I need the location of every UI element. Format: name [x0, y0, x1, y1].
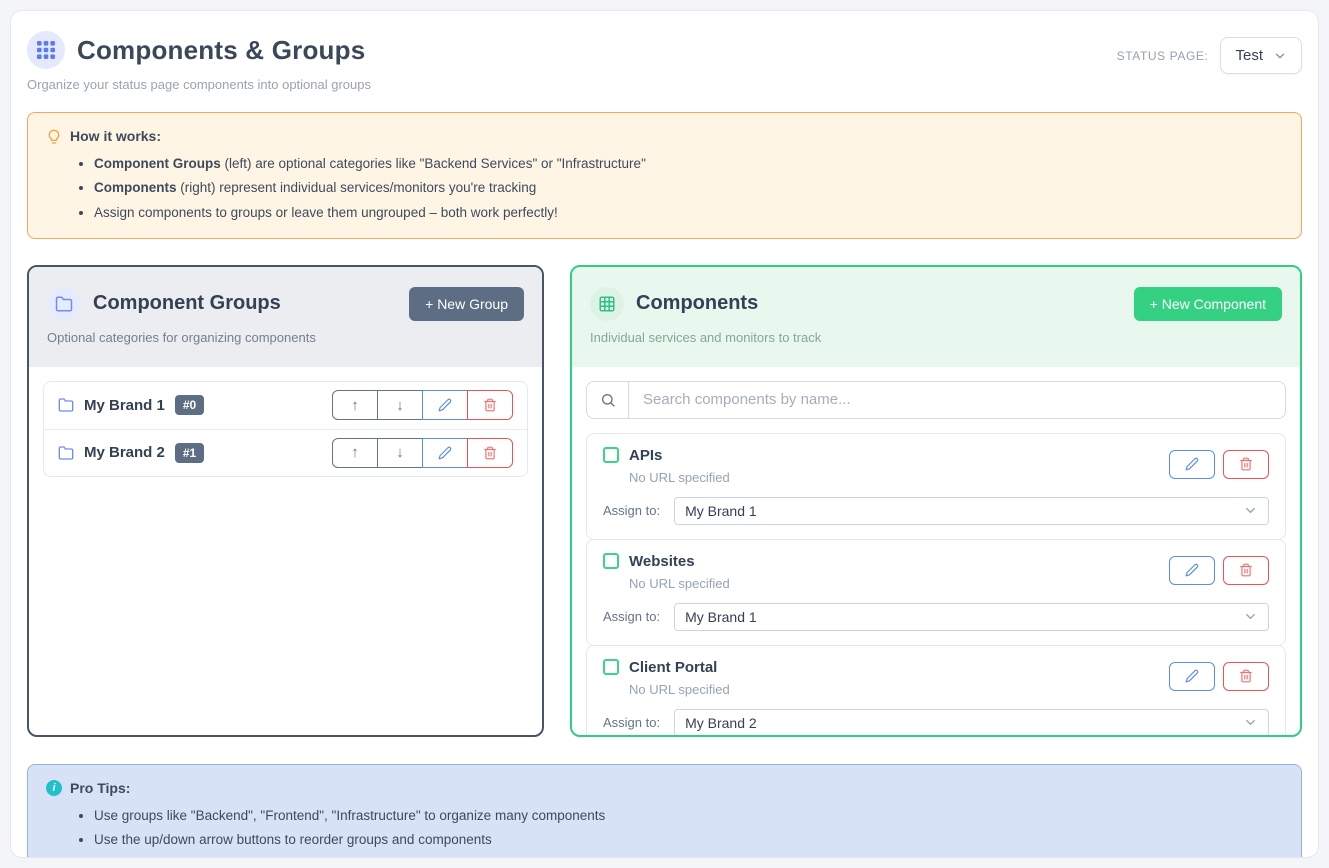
components-panel-subtitle: Individual services and monitors to trac… [590, 330, 1282, 345]
page-container: Components & Groups Organize your status… [10, 10, 1319, 858]
search-input[interactable] [629, 382, 1285, 418]
component-checkbox[interactable] [603, 447, 619, 463]
edit-component-button[interactable] [1169, 662, 1215, 691]
move-down-button[interactable]: ↓ [377, 438, 423, 468]
pencil-icon [438, 398, 452, 412]
page-title: Components & Groups [77, 35, 365, 66]
groups-panel-title: Component Groups [93, 292, 281, 315]
group-list: My Brand 1 #0 ↑ ↓ [43, 381, 528, 477]
page-subtitle: Organize your status page components int… [27, 77, 371, 92]
trash-icon [483, 398, 497, 412]
group-row: My Brand 1 #0 ↑ ↓ [44, 382, 527, 429]
pencil-icon [1185, 669, 1199, 683]
delete-group-button[interactable] [467, 390, 513, 420]
page-header: Components & Groups Organize your status… [27, 27, 1302, 92]
component-card: APIs No URL specified [586, 433, 1286, 540]
move-up-button[interactable]: ↑ [332, 438, 378, 468]
folder-icon [58, 397, 74, 413]
component-search [586, 381, 1286, 419]
groups-panel-subtitle: Optional categories for organizing compo… [47, 330, 524, 345]
trash-icon [1239, 457, 1253, 471]
delete-component-button[interactable] [1223, 662, 1269, 691]
edit-component-button[interactable] [1169, 556, 1215, 585]
edit-group-button[interactable] [422, 390, 468, 420]
status-page-select[interactable]: Test [1220, 37, 1302, 74]
assign-to-label: Assign to: [603, 715, 660, 730]
pro-tips-bullet: Components without a group will appear i… [94, 854, 1283, 858]
component-name: Client Portal [629, 659, 717, 676]
status-page-value: Test [1235, 47, 1263, 64]
how-it-works-title: How it works: [70, 126, 161, 147]
assign-group-value: My Brand 1 [685, 503, 757, 519]
folder-icon [58, 445, 74, 461]
group-order-badge: #0 [175, 395, 204, 415]
table-grid-icon [590, 287, 624, 321]
arrow-down-icon: ↓ [396, 397, 404, 414]
pencil-icon [1185, 457, 1199, 471]
assign-group-value: My Brand 2 [685, 715, 757, 731]
how-it-works-bullet: Component Groups (left) are optional cat… [94, 154, 1283, 174]
component-card: Client Portal No URL specified [586, 645, 1286, 735]
arrow-up-icon: ↑ [351, 444, 359, 461]
pro-tips-bullet: Use the up/down arrow buttons to reorder… [94, 830, 1283, 850]
trash-icon [1239, 669, 1253, 683]
groups-panel: Component Groups + New Group Optional ca… [27, 265, 544, 737]
move-down-button[interactable]: ↓ [377, 390, 423, 420]
chevron-down-icon [1243, 503, 1258, 518]
apps-grid-icon [27, 31, 65, 69]
assign-group-select[interactable]: My Brand 2 [674, 709, 1269, 735]
delete-component-button[interactable] [1223, 450, 1269, 479]
component-checkbox[interactable] [603, 553, 619, 569]
delete-component-button[interactable] [1223, 556, 1269, 585]
trash-icon [483, 446, 497, 460]
arrow-up-icon: ↑ [351, 397, 359, 414]
lightbulb-icon [46, 129, 62, 145]
group-row: My Brand 2 #1 ↑ ↓ [44, 429, 527, 476]
component-checkbox[interactable] [603, 659, 619, 675]
info-icon: i [46, 780, 62, 796]
component-url-status: No URL specified [629, 470, 730, 485]
search-icon [587, 382, 629, 418]
pro-tips-bullet: Use groups like "Backend", "Frontend", "… [94, 806, 1283, 826]
assign-group-value: My Brand 1 [685, 609, 757, 625]
component-url-status: No URL specified [629, 576, 730, 591]
new-component-button[interactable]: + New Component [1134, 287, 1282, 321]
assign-to-label: Assign to: [603, 503, 660, 518]
group-name: My Brand 2 [84, 444, 165, 461]
chevron-down-icon [1243, 715, 1258, 730]
assign-group-select[interactable]: My Brand 1 [674, 497, 1269, 525]
folder-icon [47, 287, 81, 321]
arrow-down-icon: ↓ [396, 444, 404, 461]
component-name: APIs [629, 447, 662, 464]
component-card: Websites No URL specified [586, 539, 1286, 646]
trash-icon [1239, 563, 1253, 577]
group-order-badge: #1 [175, 443, 204, 463]
how-it-works-banner: How it works: Component Groups (left) ar… [27, 112, 1302, 239]
component-url-status: No URL specified [629, 682, 730, 697]
new-group-button[interactable]: + New Group [409, 287, 524, 321]
move-up-button[interactable]: ↑ [332, 390, 378, 420]
assign-group-select[interactable]: My Brand 1 [674, 603, 1269, 631]
edit-group-button[interactable] [422, 438, 468, 468]
chevron-down-icon [1273, 49, 1287, 63]
edit-component-button[interactable] [1169, 450, 1215, 479]
pencil-icon [1185, 563, 1199, 577]
pro-tips-title: Pro Tips: [70, 778, 130, 799]
status-page-label: STATUS PAGE: [1117, 49, 1209, 63]
components-panel: Components + New Component Individual se… [570, 265, 1302, 737]
components-panel-title: Components [636, 292, 758, 315]
group-name: My Brand 1 [84, 397, 165, 414]
component-name: Websites [629, 553, 695, 570]
pencil-icon [438, 446, 452, 460]
delete-group-button[interactable] [467, 438, 513, 468]
pro-tips-banner: i Pro Tips: Use groups like "Backend", "… [27, 764, 1302, 858]
how-it-works-bullet: Assign components to groups or leave the… [94, 203, 1283, 223]
how-it-works-bullet: Components (right) represent individual … [94, 178, 1283, 198]
assign-to-label: Assign to: [603, 609, 660, 624]
chevron-down-icon [1243, 609, 1258, 624]
